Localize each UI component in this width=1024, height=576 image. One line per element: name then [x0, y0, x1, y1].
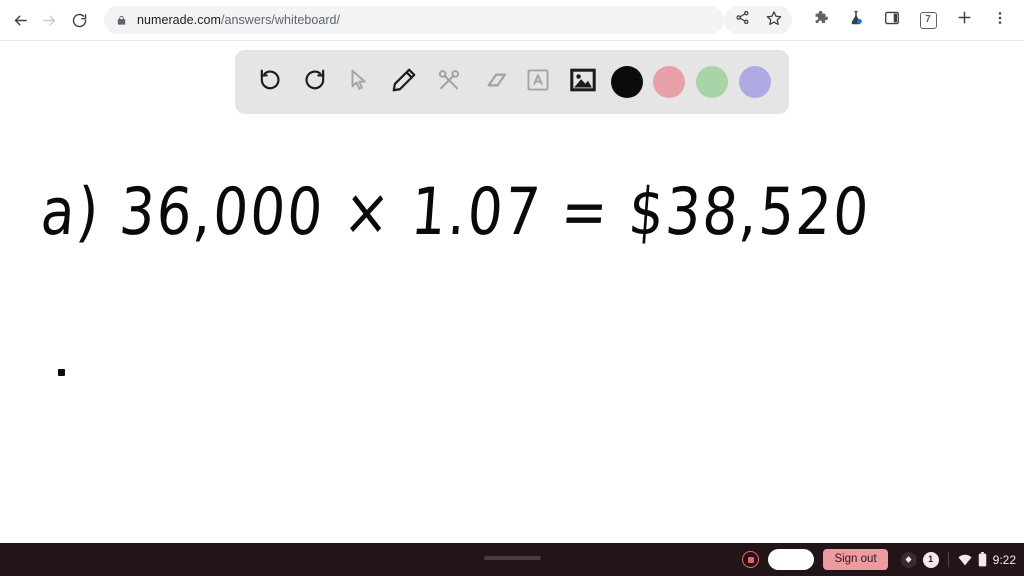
color-swatch-pink[interactable] [653, 66, 686, 98]
reload-icon [71, 12, 88, 29]
experiment-button[interactable] [841, 5, 871, 35]
system-tray[interactable]: 1 9:22 [900, 551, 1016, 568]
eraser-icon [480, 66, 508, 99]
chromeos-screen: numerade.com/answers/whiteboard/ 7 a) 36… [0, 0, 1024, 576]
side-panel-button[interactable] [877, 5, 907, 35]
whiteboard-toolbar [235, 50, 789, 114]
url-text: numerade.com/answers/whiteboard/ [137, 13, 340, 27]
color-swatch-periwinkle[interactable] [738, 66, 771, 98]
browser-actions: 7 [724, 5, 1024, 35]
share-icon [735, 10, 750, 30]
new-tab-button[interactable] [949, 5, 979, 35]
image-icon [569, 66, 597, 99]
star-icon [766, 10, 782, 31]
flask-icon [847, 9, 865, 32]
extensions-button[interactable] [805, 5, 835, 35]
undo-button[interactable] [253, 65, 287, 99]
notification-count-badge[interactable]: 1 [922, 551, 939, 568]
launcher-pill-icon[interactable] [768, 549, 815, 570]
eraser-tool-button[interactable] [477, 65, 511, 99]
share-button[interactable] [728, 6, 756, 34]
clock-label[interactable]: 9:22 [993, 554, 1016, 566]
whiteboard-page: a) 36,000 × 1.07 = $38,520 [0, 41, 1024, 543]
handwritten-equation: a) 36,000 × 1.07 = $38,520 [38, 174, 874, 250]
reload-button[interactable] [67, 3, 92, 37]
plus-icon [956, 9, 973, 31]
color-swatch-black[interactable] [610, 66, 643, 98]
sign-out-button[interactable]: Sign out [823, 548, 888, 571]
tab-count-icon: 7 [919, 11, 937, 29]
color-swatch-green[interactable] [696, 66, 729, 98]
redo-button[interactable] [298, 65, 332, 99]
share-bookmark-group [724, 6, 792, 34]
update-badge-icon[interactable] [900, 551, 917, 568]
handwritten-dot [58, 369, 65, 376]
tab-counter-button[interactable]: 7 [913, 5, 943, 35]
select-tool-button[interactable] [342, 65, 376, 99]
text-a-icon [525, 67, 551, 98]
image-tool-button[interactable] [566, 65, 600, 99]
redo-icon [301, 66, 328, 98]
url-host: numerade.com [136, 13, 221, 27]
side-panel-icon [884, 10, 900, 31]
tray-separator [947, 552, 949, 567]
pencil-tool-button[interactable] [387, 65, 421, 99]
forward-arrow-icon [41, 12, 58, 29]
address-bar[interactable]: numerade.com/answers/whiteboard/ [103, 6, 724, 34]
lock-icon [116, 14, 127, 27]
pencil-icon [390, 66, 418, 99]
shelf-status-area: Sign out 1 9:22 [742, 548, 1024, 571]
browser-toolbar: numerade.com/answers/whiteboard/ 7 [0, 0, 1024, 41]
stop-recording-icon[interactable] [742, 551, 760, 568]
cursor-icon [347, 68, 371, 97]
back-arrow-icon [12, 12, 29, 29]
forward-button[interactable] [37, 3, 62, 37]
url-path: /answers/whiteboard/ [220, 13, 341, 27]
cut-tool-button[interactable] [432, 65, 466, 99]
shelf-drag-handle[interactable] [484, 556, 541, 560]
wifi-icon[interactable] [958, 554, 972, 566]
bookmark-button[interactable] [760, 6, 788, 34]
undo-icon [257, 66, 284, 98]
back-button[interactable] [8, 3, 33, 37]
chromeos-shelf: Sign out 1 9:22 [0, 543, 1024, 576]
text-tool-button[interactable] [521, 65, 555, 99]
notification-count-label: 1 [928, 554, 934, 564]
puzzle-piece-icon [812, 9, 829, 31]
scissors-icon [436, 67, 462, 98]
kebab-menu-icon [992, 10, 1008, 31]
drawing-canvas[interactable]: a) 36,000 × 1.07 = $38,520 [0, 114, 1024, 543]
tab-count-label: 7 [925, 14, 931, 25]
chrome-menu-button[interactable] [985, 5, 1015, 35]
battery-icon[interactable] [978, 552, 987, 567]
